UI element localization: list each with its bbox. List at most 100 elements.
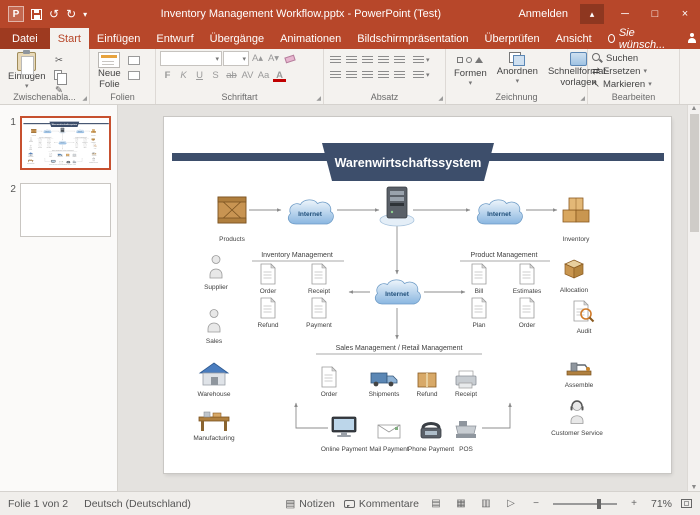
comments-toggle[interactable]: Kommentare xyxy=(344,498,419,510)
receipt-label[interactable]: Receipt xyxy=(308,288,330,295)
connector-arrows[interactable] xyxy=(249,210,557,428)
drawing-dialog-launcher[interactable]: ◢ xyxy=(580,95,585,102)
clear-formatting-button[interactable] xyxy=(282,52,297,66)
refund2-icon[interactable] xyxy=(418,373,436,387)
zoom-slider[interactable] xyxy=(553,503,617,505)
grow-font-button[interactable]: A▴ xyxy=(250,52,265,66)
inventory-management-header[interactable]: Inventory Management xyxy=(261,252,333,259)
shapes-button[interactable]: Formen ▾ xyxy=(450,51,491,91)
tab-start[interactable]: Start xyxy=(50,28,89,49)
bullets-button[interactable] xyxy=(328,53,343,67)
order-label[interactable]: Order xyxy=(260,288,277,295)
reset-slide-button[interactable] xyxy=(127,68,142,82)
normal-view-button[interactable]: ▤ xyxy=(428,496,444,512)
vertical-scrollbar[interactable]: ▲ ▼ xyxy=(687,105,700,491)
clipboard-dialog-launcher[interactable]: ◢ xyxy=(82,95,87,102)
numbering-button[interactable] xyxy=(344,53,359,67)
order3-doc-icon[interactable] xyxy=(322,367,336,387)
plan-label[interactable]: Plan xyxy=(472,322,485,329)
refund2-label[interactable]: Refund xyxy=(417,391,438,398)
sales-icon[interactable] xyxy=(208,310,220,333)
tab-bildschirmpraesentation[interactable]: Bildschirmpräsentation xyxy=(349,28,476,49)
close-button[interactable]: × xyxy=(670,0,700,28)
slideshow-button[interactable]: ▷ xyxy=(503,496,519,512)
increase-indent-button[interactable] xyxy=(376,53,391,67)
undo-icon[interactable]: ↺ xyxy=(49,8,59,20)
bill-label[interactable]: Bill xyxy=(475,288,484,295)
assemble-label[interactable]: Assemble xyxy=(565,382,594,389)
refund-label[interactable]: Refund xyxy=(258,322,279,329)
customer-service-icon[interactable] xyxy=(571,401,584,424)
font-dialog-launcher[interactable]: ◢ xyxy=(316,95,321,102)
powerpoint-app-icon[interactable]: P xyxy=(8,6,24,22)
order-doc-icon[interactable] xyxy=(261,264,275,284)
decrease-indent-button[interactable] xyxy=(360,53,375,67)
line-spacing-button[interactable] xyxy=(392,53,407,67)
tab-ueberpruefen[interactable]: Überprüfen xyxy=(477,28,548,49)
customize-qat-chevron-icon[interactable]: ▾ xyxy=(83,10,87,19)
online-payment-icon[interactable] xyxy=(332,417,356,437)
cut-button[interactable]: ✂ xyxy=(52,53,67,67)
mail-payment-label[interactable]: Mail Payment xyxy=(369,446,409,453)
supplier-icon[interactable] xyxy=(210,256,222,279)
find-button[interactable]: Suchen xyxy=(592,52,638,64)
strikethrough-button[interactable]: ab xyxy=(224,68,239,82)
zoom-out-button[interactable]: − xyxy=(528,496,544,512)
language-indicator[interactable]: Deutsch (Deutschland) xyxy=(84,498,191,510)
redo-icon[interactable]: ↻ xyxy=(66,8,76,20)
align-center-button[interactable] xyxy=(344,68,359,82)
layout-button[interactable] xyxy=(127,53,142,67)
pos-icon[interactable] xyxy=(456,421,476,438)
notes-toggle[interactable]: ▤ Notizen xyxy=(285,498,335,510)
sales-management-header[interactable]: Sales Management / Retail Management xyxy=(336,345,463,352)
save-icon[interactable] xyxy=(31,9,42,20)
payment-doc-icon[interactable] xyxy=(312,298,326,318)
zoom-slider-thumb[interactable] xyxy=(597,499,601,509)
align-right-button[interactable] xyxy=(360,68,375,82)
tell-me-box[interactable]: Sie wünsch... xyxy=(600,28,675,49)
arrange-button[interactable]: Anordnen ▾ xyxy=(493,51,542,91)
estimates-doc-icon[interactable] xyxy=(520,264,534,284)
fit-slide-to-window-button[interactable] xyxy=(681,499,692,508)
plan-doc-icon[interactable] xyxy=(472,298,486,318)
supplier-label[interactable]: Supplier xyxy=(204,284,229,291)
warehouse-icon[interactable] xyxy=(200,363,228,385)
tab-einfuegen[interactable]: Einfügen xyxy=(89,28,148,49)
font-color-button[interactable]: A xyxy=(272,68,287,82)
online-payment-label[interactable]: Online Payment xyxy=(321,446,367,453)
slide-canvas[interactable]: Warenwirtschaftssystem xyxy=(118,105,687,491)
pos-label[interactable]: POS xyxy=(459,446,473,453)
banner-title[interactable]: Warenwirtschaftssystem xyxy=(335,156,482,170)
align-text-button[interactable]: ▾ xyxy=(411,68,432,82)
columns-button[interactable] xyxy=(392,68,407,82)
shipments-label[interactable]: Shipments xyxy=(369,391,400,398)
shrink-font-button[interactable]: A▾ xyxy=(266,52,281,66)
reading-view-button[interactable]: ▥ xyxy=(478,496,494,512)
order2-doc-icon[interactable] xyxy=(520,298,534,318)
assemble-icon[interactable] xyxy=(567,363,591,375)
align-left-button[interactable] xyxy=(328,68,343,82)
tab-entwurf[interactable]: Entwurf xyxy=(148,28,201,49)
allocation-icon[interactable] xyxy=(565,260,583,278)
scrollbar-thumb[interactable] xyxy=(690,114,699,232)
font-size-combo[interactable]: ▾ xyxy=(223,51,249,66)
font-name-combo[interactable]: ▾ xyxy=(160,51,222,66)
receipt2-icon[interactable] xyxy=(456,371,476,388)
audit-icon[interactable] xyxy=(574,301,594,322)
warehouse-label[interactable]: Warehouse xyxy=(198,391,231,398)
slide-sorter-view-button[interactable]: ▦ xyxy=(453,496,469,512)
tab-datei[interactable]: Datei xyxy=(0,28,50,49)
shipments-icon[interactable] xyxy=(371,373,397,386)
tab-animationen[interactable]: Animationen xyxy=(272,28,349,49)
bill-doc-icon[interactable] xyxy=(472,264,486,284)
ribbon-display-options-button[interactable]: ▴ xyxy=(580,4,604,24)
copy-button[interactable] xyxy=(52,68,67,82)
select-button[interactable]: ↖ Markieren ▾ xyxy=(592,78,652,90)
scroll-up-icon[interactable]: ▲ xyxy=(691,105,698,112)
audit-label[interactable]: Audit xyxy=(577,328,592,335)
manufacturing-icon[interactable] xyxy=(199,412,229,431)
order2-label[interactable]: Order xyxy=(519,322,536,329)
slide-1[interactable]: Warenwirtschaftssystem xyxy=(164,117,671,473)
receipt2-label[interactable]: Receipt xyxy=(455,391,477,398)
new-slide-button[interactable]: Neue Folie xyxy=(94,51,125,91)
